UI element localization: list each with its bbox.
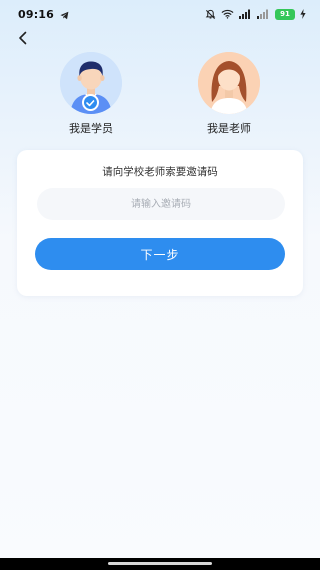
status-right: 91: [205, 8, 306, 20]
back-button[interactable]: [12, 28, 34, 50]
invite-code-input[interactable]: [37, 188, 285, 220]
wifi-icon: [221, 9, 234, 19]
student-avatar: [60, 52, 122, 114]
check-icon: [86, 99, 95, 107]
selected-check-badge: [82, 94, 99, 111]
role-option-teacher[interactable]: 我是老师: [184, 52, 274, 136]
home-indicator[interactable]: [108, 562, 212, 565]
chevron-left-icon: [17, 30, 29, 49]
status-time: 09:16: [18, 7, 55, 21]
next-step-button[interactable]: 下一步: [35, 238, 285, 270]
signal-icon: [257, 9, 270, 19]
teacher-avatar-icon: [198, 52, 260, 114]
status-bar: 09:16 91: [0, 0, 320, 28]
invite-code-card: 请向学校老师索要邀请码 下一步: [17, 150, 303, 296]
role-label-teacher: 我是老师: [207, 122, 251, 135]
mute-icon: [205, 9, 216, 20]
charging-icon: [300, 9, 306, 19]
invite-code-title: 请向学校老师索要邀请码: [102, 166, 218, 178]
signal-icon: [239, 9, 252, 19]
telegram-icon: [60, 5, 69, 24]
role-option-student[interactable]: 我是学员: [46, 52, 136, 136]
role-label-student: 我是学员: [69, 122, 113, 135]
status-left: 09:16: [18, 5, 69, 24]
battery-icon: 91: [275, 8, 295, 20]
system-navigation-bar: [0, 558, 320, 570]
teacher-avatar: [198, 52, 260, 114]
